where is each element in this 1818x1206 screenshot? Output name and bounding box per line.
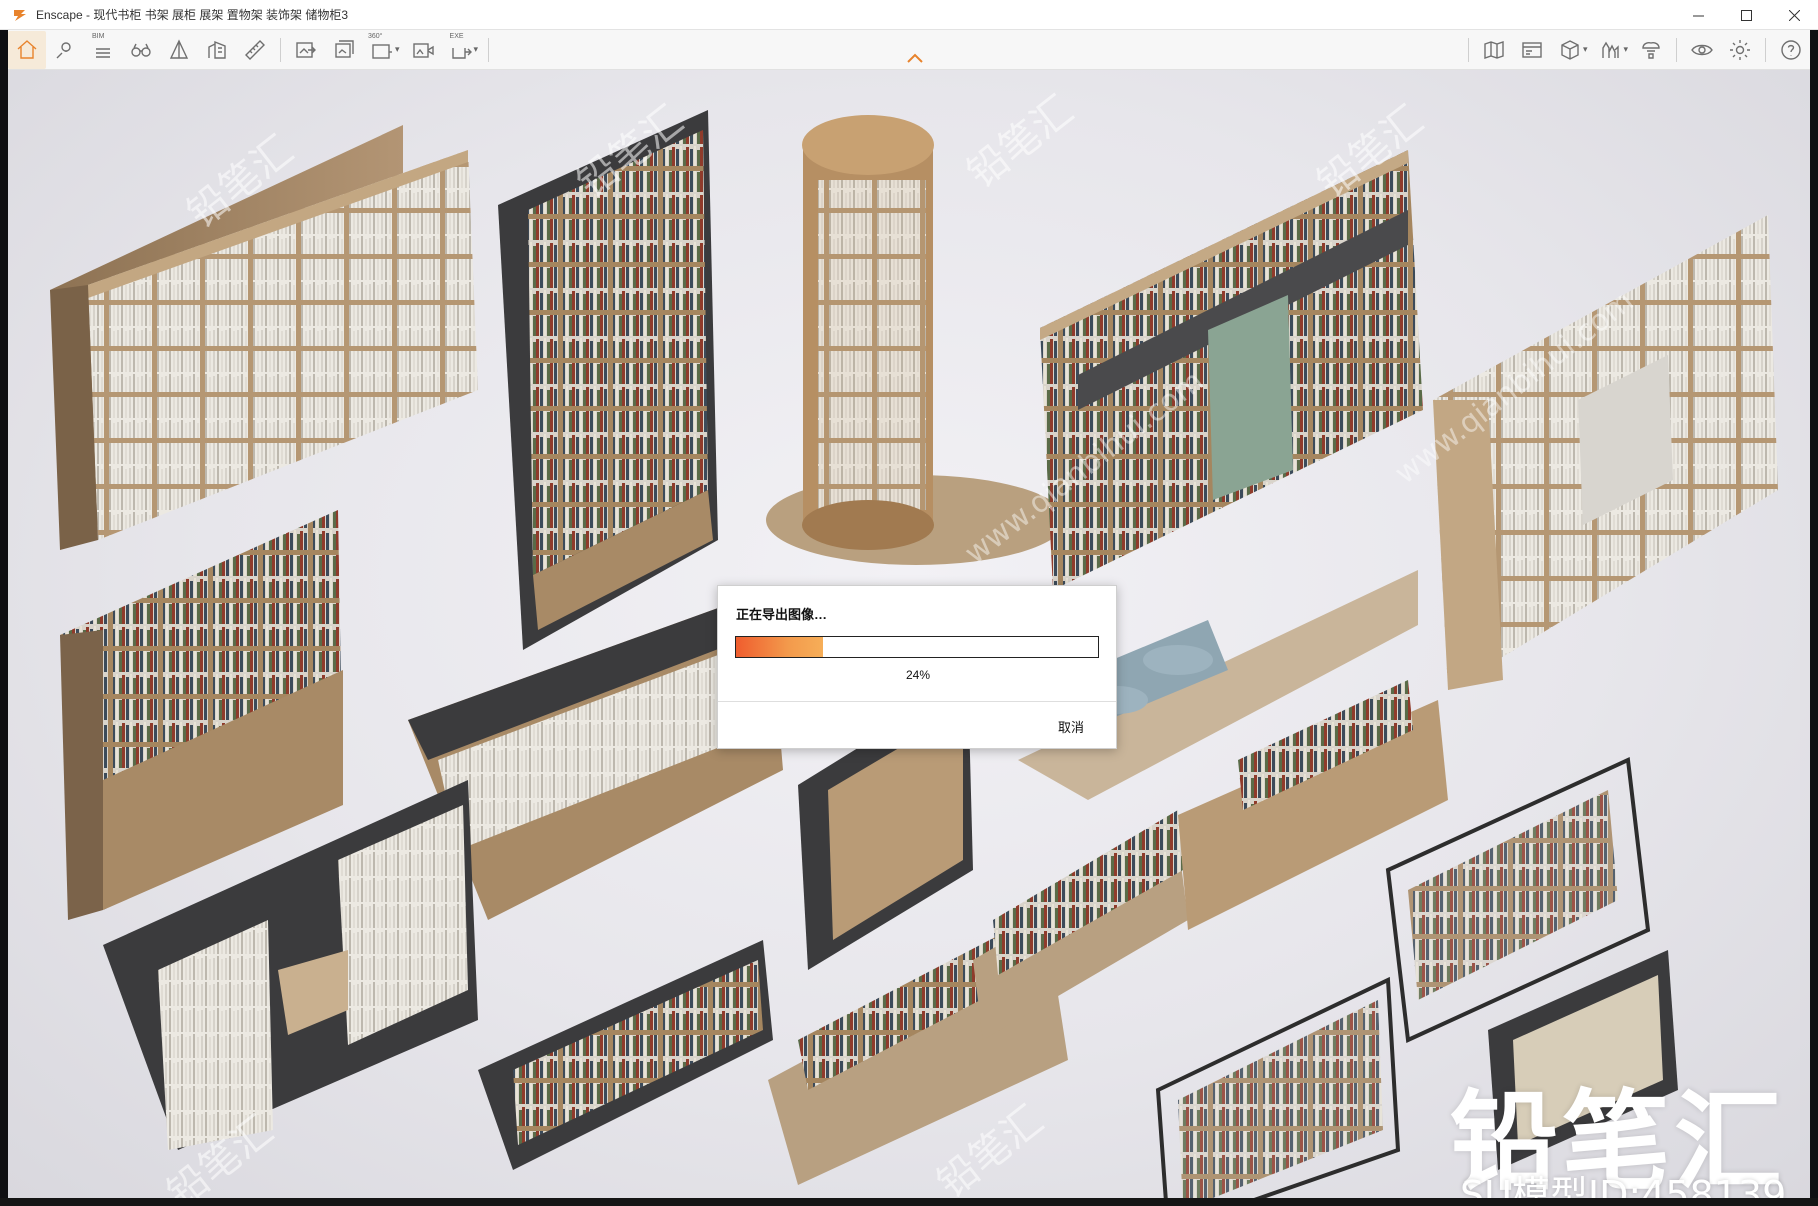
- close-icon: [1788, 9, 1800, 21]
- map-button[interactable]: [1475, 31, 1513, 69]
- minimize-icon: [1692, 15, 1704, 16]
- round-tower-bookshelf: [766, 115, 1066, 565]
- toolbar-separator: [1467, 37, 1469, 62]
- progress-percent: 24%: [905, 668, 931, 682]
- upload-button[interactable]: [1632, 31, 1670, 69]
- location-pin-icon: [56, 41, 71, 58]
- bookshelf-large-left: [50, 125, 478, 550]
- export-progress-bar: [735, 636, 1099, 658]
- asset-library-button[interactable]: [1513, 31, 1551, 69]
- upload-icon: [1642, 41, 1660, 59]
- watermark-model-id: SU模型ID:458139: [1460, 1173, 1787, 1198]
- dialog-title: 正在导出图像…: [736, 607, 828, 622]
- view-button[interactable]: [160, 31, 198, 69]
- export-image-icon: [296, 41, 316, 58]
- enscape-toolbar: BIM 360° ▾ EXE ▾ ▾ ▾: [8, 30, 1810, 70]
- buildings-button[interactable]: [198, 31, 236, 69]
- ruler-button[interactable]: [236, 31, 274, 69]
- visibility-button[interactable]: [1683, 31, 1721, 69]
- close-button[interactable]: [1770, 0, 1818, 30]
- maximize-button[interactable]: [1722, 0, 1770, 30]
- batch-render-icon: [335, 39, 354, 58]
- progress-fill: [736, 637, 823, 657]
- map-icon: [1484, 40, 1504, 59]
- sculpture-icon: [1602, 41, 1620, 58]
- bim-list-icon: [96, 47, 110, 58]
- exe-export-button[interactable]: EXE: [442, 31, 480, 69]
- collapse-toolbar-chevron-icon[interactable]: [906, 52, 924, 64]
- toolbar-separator: [488, 37, 490, 62]
- help-button[interactable]: [1772, 31, 1810, 69]
- maximize-icon: [1740, 9, 1752, 21]
- home-button[interactable]: [8, 30, 46, 69]
- sculpture-button[interactable]: [1591, 31, 1629, 69]
- asset-library-icon: [1522, 41, 1542, 58]
- cancel-button[interactable]: 取消: [1058, 717, 1084, 736]
- home-icon: [17, 39, 37, 59]
- panorama-icon: [372, 43, 392, 59]
- minimize-button[interactable]: [1674, 0, 1722, 30]
- help-icon: [1781, 39, 1801, 60]
- location-button[interactable]: [46, 31, 84, 69]
- video-export-button[interactable]: [404, 31, 442, 69]
- bookshelf-arch-right: [1433, 215, 1778, 690]
- window-controls: [1674, 0, 1818, 30]
- toolbar-separator: [1676, 37, 1677, 62]
- view-cube-icon: [169, 38, 189, 59]
- exe-export-icon: [451, 47, 472, 59]
- title-bar: Enscape - 现代书柜 书架 展柜 展架 置物架 装饰架 储物柜3: [0, 0, 1818, 30]
- bottom-edge: [0, 1198, 1818, 1206]
- video-export-icon: [412, 42, 434, 58]
- settings-button[interactable]: [1721, 31, 1759, 69]
- toolbar-separator: [280, 37, 281, 62]
- buildings-icon: [208, 40, 226, 59]
- binoculars-button[interactable]: [122, 31, 160, 69]
- bookshelf-wall-green-nook: [1040, 150, 1423, 590]
- batch-render-button[interactable]: [325, 31, 363, 69]
- magazine-shelf-lower: [478, 940, 773, 1170]
- enscape-logo-icon: [14, 9, 26, 21]
- eye-icon: [1691, 44, 1713, 55]
- ruler-icon: [245, 39, 265, 60]
- binoculars-icon: [131, 43, 151, 57]
- panorama-label: 360°: [368, 32, 383, 40]
- panorama-button[interactable]: 360°: [363, 31, 401, 69]
- exe-label: EXE: [449, 32, 464, 40]
- enscape-window: Enscape - 现代书柜 书架 展柜 展架 置物架 装饰架 储物柜3 BIM: [0, 0, 1818, 1206]
- material-button[interactable]: [1551, 31, 1589, 69]
- material-cube-icon: [1561, 39, 1579, 60]
- settings-icon: [1730, 39, 1750, 60]
- export-image-button[interactable]: [287, 31, 325, 69]
- toolbar-separator: [1765, 37, 1766, 62]
- render-viewport[interactable]: 铅笔汇 SU模型ID:458139 铅笔汇 铅笔汇 铅笔汇 铅笔汇 铅笔汇 铅笔…: [8, 70, 1810, 1198]
- bim-label: BIM: [92, 32, 105, 40]
- dialog-divider: [718, 701, 1116, 702]
- bim-button[interactable]: BIM: [84, 31, 122, 69]
- export-progress-dialog: 正在导出图像… 24% 取消: [717, 585, 1117, 749]
- window-title: Enscape - 现代书柜 书架 展柜 展架 置物架 装饰架 储物柜3: [36, 8, 349, 22]
- bookshelf-dark-tall: [498, 110, 718, 650]
